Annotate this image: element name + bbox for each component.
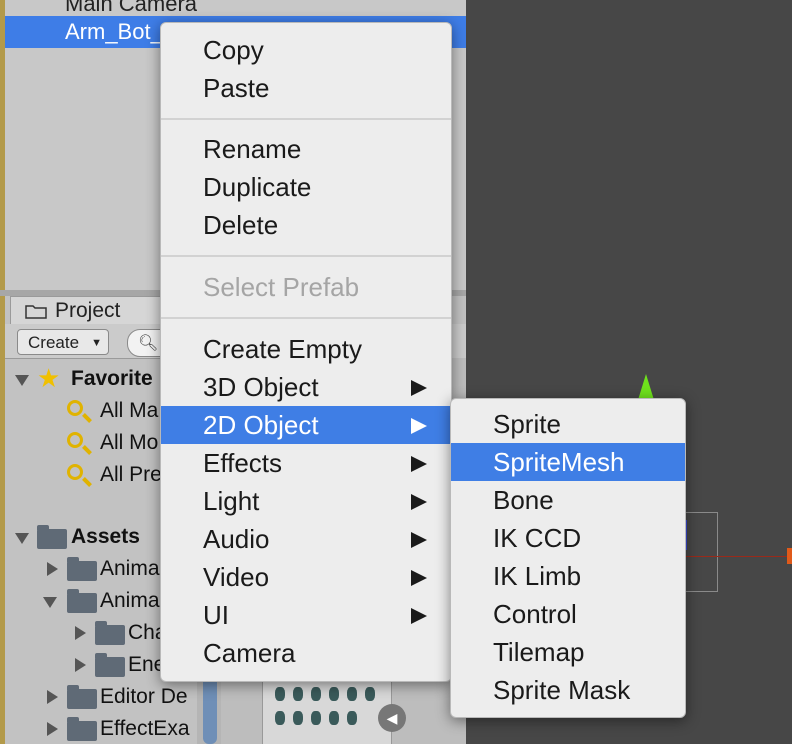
tree-item-favorite[interactable]: All Pre [100,459,162,491]
sprite-frame [365,687,375,701]
menu-item-ui[interactable]: UI [161,596,451,634]
menu-separator [161,317,451,319]
menu-item-bone[interactable]: Bone [451,481,685,519]
sprite-frame [275,711,285,725]
submenu-arrow-icon [411,494,427,510]
sprite-frame [275,687,285,701]
tree-item-assets[interactable]: Assets [71,521,140,553]
menu-item-ik-limb[interactable]: IK Limb [451,557,685,595]
tree-item-folder[interactable]: EffectExa [100,713,190,744]
expand-toggle-icon[interactable] [47,562,58,576]
submenu-arrow-icon [411,380,427,396]
menu-item-duplicate[interactable]: Duplicate [161,168,451,206]
chevron-down-icon: ▼ [91,337,102,349]
menu-item-audio[interactable]: Audio [161,520,451,558]
submenu-arrow-icon [411,418,427,434]
menu-item-camera[interactable]: Camera [161,634,451,672]
sprite-frame [347,687,357,701]
menu-item-ik-ccd[interactable]: IK CCD [451,519,685,557]
sprite-frame [293,687,303,701]
search-icon: 🔍︎ [138,335,159,352]
menu-item-effects[interactable]: Effects [161,444,451,482]
menu-item-label: Light [203,486,260,516]
menu-item-tilemap[interactable]: Tilemap [451,633,685,671]
menu-item-select-prefab: Select Prefab [203,272,360,302]
menu-item-control[interactable]: Control [451,595,685,633]
x-axis-handle[interactable] [787,548,792,564]
menu-item-label: Effects [203,448,283,478]
menu-separator [161,118,451,120]
folder-icon [67,717,97,741]
sprite-frame [347,711,357,725]
menu-item-light[interactable]: Light [161,482,451,520]
sprite-frame [329,687,339,701]
folder-icon [25,305,47,319]
submenu-arrow-icon [411,608,427,624]
submenu-arrow-icon [411,532,427,548]
menu-item-sprite-mask[interactable]: Sprite Mask [451,671,685,709]
sprite-frame [293,711,303,725]
expand-toggle-icon[interactable] [43,597,57,608]
create-label: Create [28,333,80,352]
menu-item-label: 3D Object [203,372,319,402]
hierarchy-item-label: Arm_Bot_ [65,19,163,44]
menu-item-copy[interactable]: Copy [161,31,451,69]
menu-item-label: Video [203,562,270,592]
menu-item-delete[interactable]: Delete [161,206,451,244]
y-axis-gizmo-icon[interactable] [638,374,654,400]
menu-item-rename[interactable]: Rename [161,130,451,168]
folder-icon [67,557,97,581]
tree-item-folder[interactable]: Anima [100,553,160,585]
tree-item-favorites[interactable]: Favorite [71,363,153,395]
folder-icon [95,653,125,677]
tree-item-folder[interactable]: Editor De [100,681,188,713]
search-icon [67,464,83,480]
tree-item-folder[interactable]: Anima [100,585,160,617]
tree-item-favorite[interactable]: All Mo [100,427,158,459]
menu-item-label: 2D Object [203,410,319,440]
submenu-arrow-icon [411,570,427,586]
tab-project-label: Project [55,299,121,322]
folder-icon [67,589,97,613]
folder-icon [95,621,125,645]
play-arrow-icon[interactable]: ◀ [378,704,406,732]
submenu-2d-object: Sprite SpriteMesh Bone IK CCD IK Limb Co… [450,398,686,718]
create-dropdown-button[interactable]: Create ▼ [17,329,109,355]
expand-toggle-icon[interactable] [47,690,58,704]
menu-item-create-empty[interactable]: Create Empty [161,330,451,368]
expand-toggle-icon[interactable] [75,626,86,640]
menu-item-3d-object[interactable]: 3D Object [161,368,451,406]
sprite-frame [311,711,321,725]
menu-item-label: UI [203,600,229,630]
search-icon [67,432,83,448]
tab-project[interactable]: Project [10,296,162,325]
menu-item-spritemesh[interactable]: SpriteMesh [451,443,685,481]
folder-icon [67,685,97,709]
sprite-frame [311,687,321,701]
expand-toggle-icon[interactable] [15,375,29,386]
expand-toggle-icon[interactable] [15,533,29,544]
context-menu: Copy Paste Rename Duplicate Delete Selec… [160,22,452,682]
tree-item-favorite[interactable]: All Ma [100,395,158,427]
menu-item-video[interactable]: Video [161,558,451,596]
submenu-arrow-icon [411,456,427,472]
expand-toggle-icon[interactable] [47,722,58,736]
unity-editor: Main Camera Arm_Bot_ Project Create ▼ 🔍︎ [0,0,792,744]
menu-item-label: Audio [203,524,270,554]
menu-separator [161,255,451,257]
expand-toggle-icon[interactable] [75,658,86,672]
menu-item-paste[interactable]: Paste [161,69,451,107]
menu-item-2d-object[interactable]: 2D Object [161,406,451,444]
sprite-frame [329,711,339,725]
star-icon: ★ [37,363,61,393]
search-icon [67,400,83,416]
folder-icon [37,525,67,549]
menu-item-sprite[interactable]: Sprite [451,405,685,443]
hierarchy-item-label: Main Camera [65,0,198,16]
sprite-sheet-thumbnail[interactable] [262,678,392,744]
